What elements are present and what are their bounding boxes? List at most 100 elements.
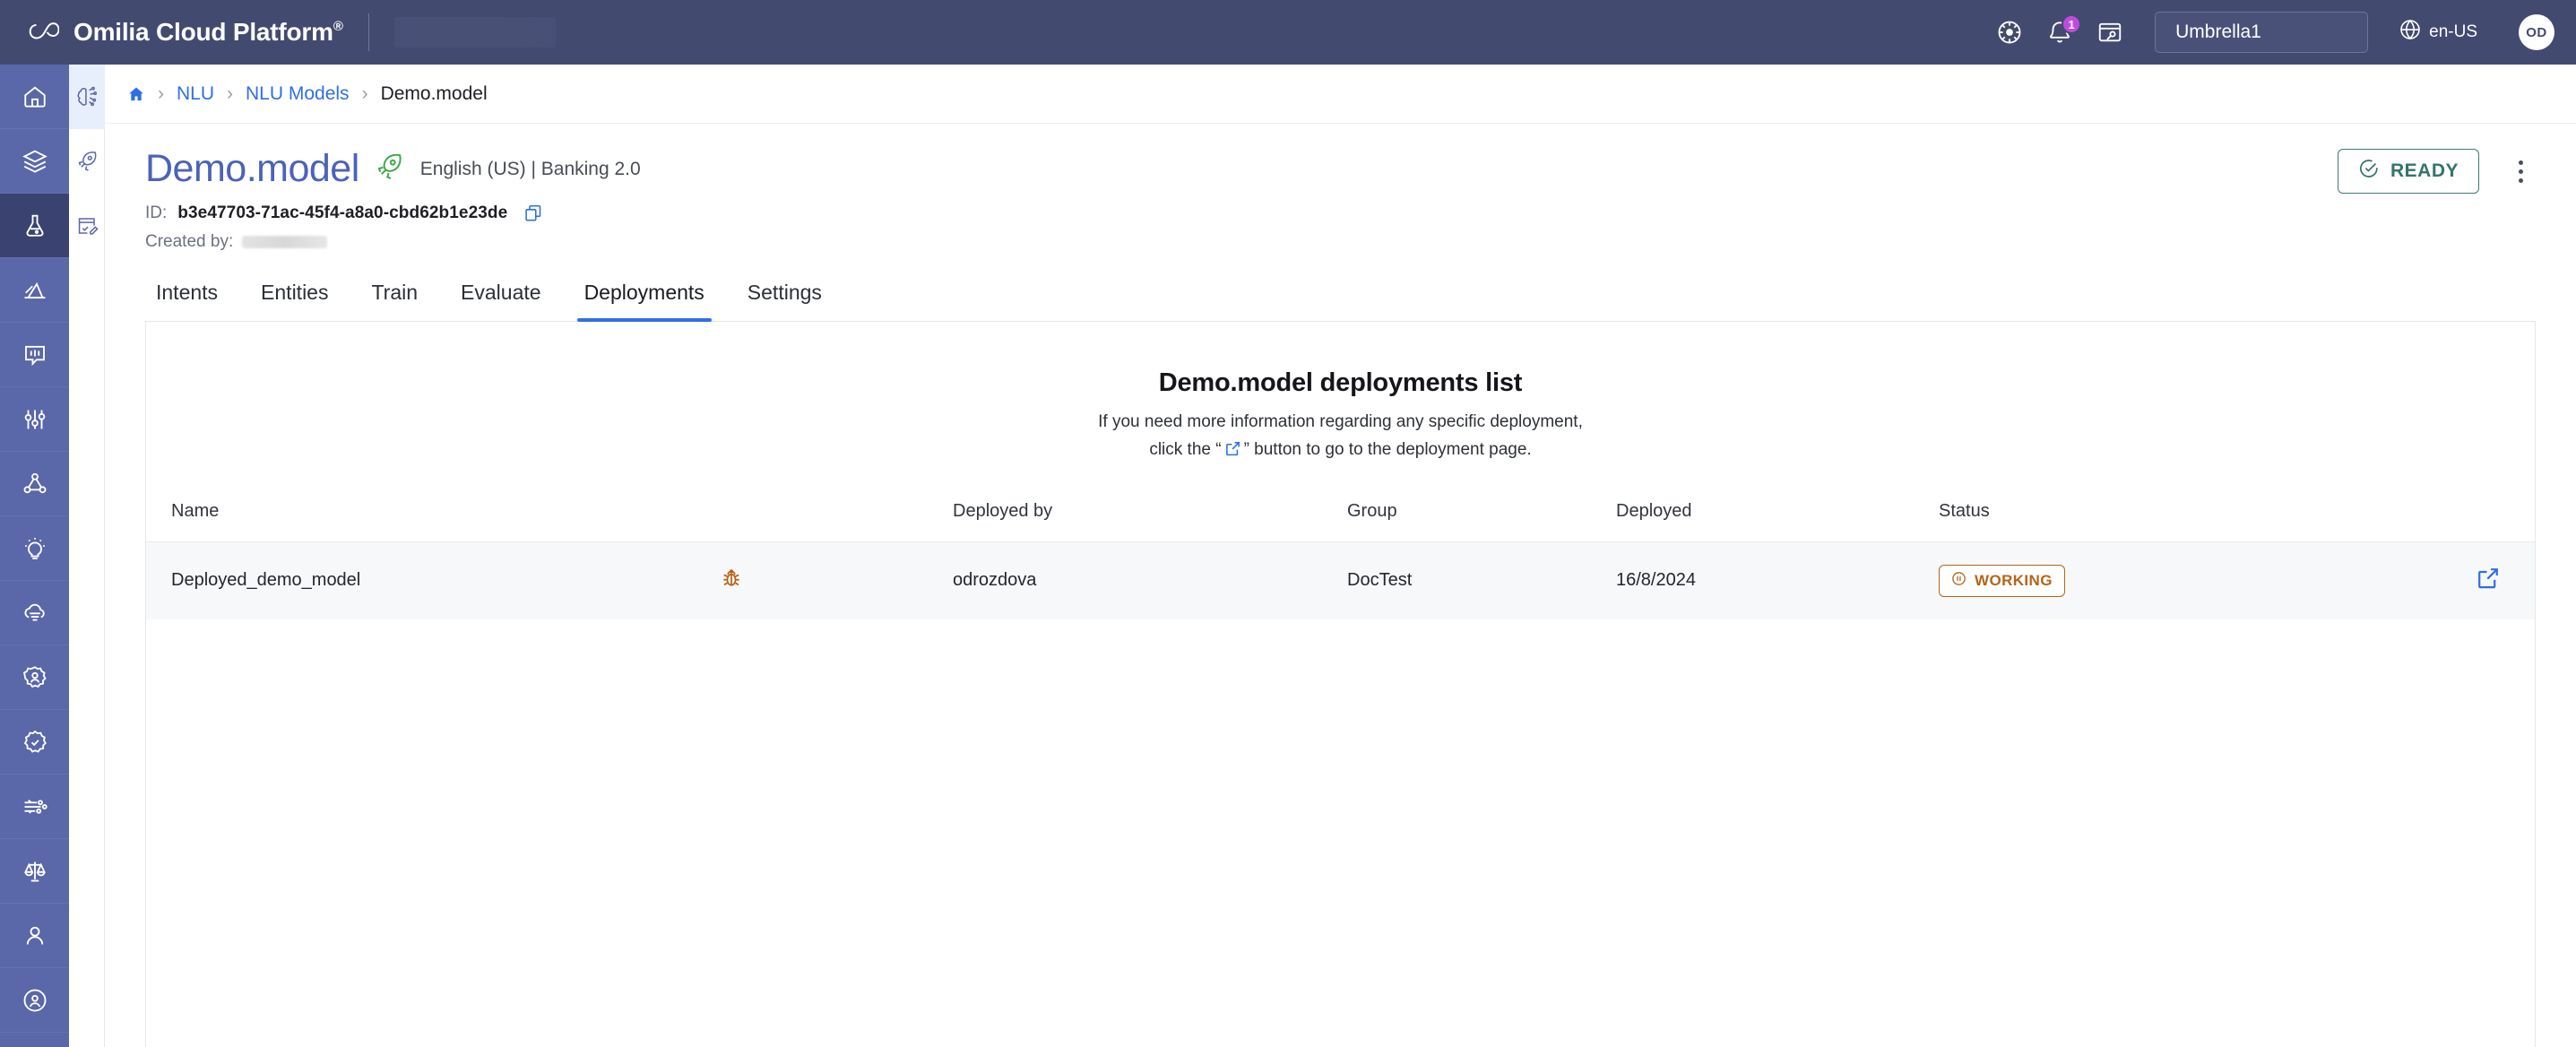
lightbulb-icon — [24, 537, 45, 559]
chat-equalizer-icon — [24, 345, 45, 366]
created-by-value-redacted — [242, 236, 328, 249]
deployments-subtitle: If you need more information regarding a… — [146, 409, 2535, 463]
sidebar-item-insights[interactable] — [0, 516, 69, 581]
org-selector[interactable]: Umbrella1 — [2155, 12, 2369, 53]
tab-deployments[interactable]: Deployments — [563, 281, 726, 323]
language-selector[interactable]: en-US — [2399, 18, 2477, 47]
sidebar-item-compliance[interactable] — [0, 839, 69, 904]
kebab-menu-icon[interactable] — [2504, 154, 2537, 188]
main-content: › NLU › NLU Models › Demo.model Demo.mod… — [105, 65, 2576, 1047]
column-header-deployed-by: Deployed by — [953, 500, 1347, 542]
tab-intents[interactable]: Intents — [145, 281, 239, 321]
sidebar-item-conversations[interactable] — [0, 323, 69, 387]
open-deployment-external-link-icon[interactable] — [2476, 566, 2501, 591]
page-title: Demo.model — [145, 147, 359, 190]
cell-deployed-by: odrozdova — [953, 570, 1037, 591]
model-status-button[interactable]: READY — [2338, 149, 2479, 194]
home-icon — [129, 87, 143, 100]
breadcrumb-item-nlu[interactable]: NLU — [177, 83, 214, 105]
cell-name: Deployed_demo_model — [171, 570, 361, 591]
title-row: Demo.model English (US) | Banking 2.0 — [145, 147, 2536, 190]
column-header-group: Group — [1347, 500, 1616, 542]
sidebar-item-home[interactable] — [0, 65, 69, 129]
tab-settings[interactable]: Settings — [726, 281, 843, 321]
kebab-dot — [2518, 160, 2523, 165]
breadcrumb-item-nlu-models[interactable]: NLU Models — [246, 83, 350, 105]
subnav-item-nlu-models[interactable] — [69, 65, 105, 129]
deployments-title: Demo.model deployments list — [1158, 368, 1523, 398]
sidebar-item-account[interactable] — [0, 968, 69, 1033]
tab-train[interactable]: Train — [350, 281, 439, 321]
breadcrumb: › NLU › NLU Models › Demo.model — [105, 65, 2576, 124]
cell-group: DocTest — [1347, 570, 1413, 591]
brand-name: Omilia Cloud Platform ® — [73, 18, 343, 47]
avatar[interactable]: OD — [2519, 14, 2554, 50]
cell-deployed-date: 16/8/2024 — [1616, 570, 1696, 591]
header-divider — [367, 13, 369, 51]
home-icon — [23, 86, 46, 108]
column-header-name: Name — [146, 500, 720, 542]
sidebar-item-users[interactable] — [0, 904, 69, 968]
sidebar-item-integrations[interactable] — [0, 774, 69, 839]
deployments-card-header: Demo.model deployments list If you need … — [146, 322, 2535, 501]
sidebar-item-nlu[interactable] — [0, 194, 69, 258]
badge-check-icon — [23, 730, 47, 753]
sidebar-item-layers[interactable] — [0, 129, 69, 194]
language-label: en-US — [2429, 22, 2477, 41]
rocket-icon — [374, 151, 404, 186]
brand[interactable]: Omilia Cloud Platform ® — [25, 18, 343, 47]
chart-triangle-icon — [24, 281, 45, 299]
subnav-item-annotations[interactable] — [69, 194, 105, 258]
tab-evaluate[interactable]: Evaluate — [439, 281, 563, 321]
flask-icon — [26, 214, 43, 237]
sidebar-item-verification[interactable] — [0, 710, 69, 774]
support-wheel-icon[interactable] — [1984, 7, 2035, 57]
header-secondary-placeholder — [393, 17, 556, 48]
tab-entities[interactable]: Entities — [239, 281, 350, 321]
page-header: Demo.model English (US) | Banking 2.0 ID… — [105, 124, 2576, 252]
note-edit-icon — [78, 218, 99, 235]
sidebar-item-tuning[interactable] — [0, 387, 69, 452]
sidebar-item-cloud[interactable] — [0, 581, 69, 645]
card-key-icon[interactable] — [2085, 7, 2135, 57]
notification-count-badge: 1 — [2062, 14, 2082, 34]
column-header-status: Status — [1939, 500, 2360, 542]
person-icon — [26, 926, 43, 945]
bug-icon — [720, 567, 743, 590]
subnav-item-deployments[interactable] — [69, 129, 105, 194]
model-meta: English (US) | Banking 2.0 — [419, 158, 641, 179]
model-id-value: b3e47703-71ac-45f4-a8a0-cbd62b1e23de — [177, 203, 508, 223]
target-person-icon — [23, 989, 46, 1011]
kebab-dot — [2518, 177, 2523, 183]
brain-icon — [77, 86, 98, 107]
breadcrumb-separator: › — [227, 82, 234, 104]
circuit-icon — [24, 799, 48, 814]
top-header: Omilia Cloud Platform ® 1 Umbrella1 en-U… — [0, 0, 2576, 65]
status-badge: WORKING — [1939, 564, 2065, 597]
created-by-row: Created by: — [145, 232, 2536, 252]
copy-icon[interactable] — [523, 203, 543, 223]
table-header-row: Name Deployed by Group Deployed Status — [146, 500, 2535, 542]
column-header-flag — [720, 500, 953, 542]
column-header-actions — [2360, 500, 2535, 542]
deployments-table-body: Deployed_demo_model odrozdova DocTest 16… — [146, 541, 2535, 619]
status-badge-label: WORKING — [1975, 571, 2053, 589]
subtitle-pre: click the “ — [1149, 439, 1222, 459]
sidebar-item-analytics[interactable] — [0, 258, 69, 323]
sidebar-item-identity[interactable] — [0, 645, 69, 710]
avatar-initials: OD — [2526, 24, 2547, 40]
brand-trademark: ® — [333, 19, 343, 34]
external-link-icon — [1224, 440, 1241, 457]
model-tabs: Intents Entities Train Evaluate Deployme… — [145, 281, 2536, 323]
primary-nav-rail — [0, 65, 69, 1047]
table-row[interactable]: Deployed_demo_model odrozdova DocTest 16… — [146, 541, 2535, 619]
node-graph-icon — [23, 472, 46, 493]
sidebar-item-flows[interactable] — [0, 452, 69, 516]
breadcrumb-home-icon[interactable] — [127, 85, 145, 103]
model-id-label: ID: — [145, 203, 168, 223]
header-actions: 1 Umbrella1 en-US OD — [1984, 7, 2576, 57]
breadcrumb-separator: › — [361, 82, 368, 104]
globe-icon — [2399, 18, 2422, 47]
bell-icon[interactable]: 1 — [2035, 7, 2085, 57]
badge-person-icon — [22, 665, 47, 688]
